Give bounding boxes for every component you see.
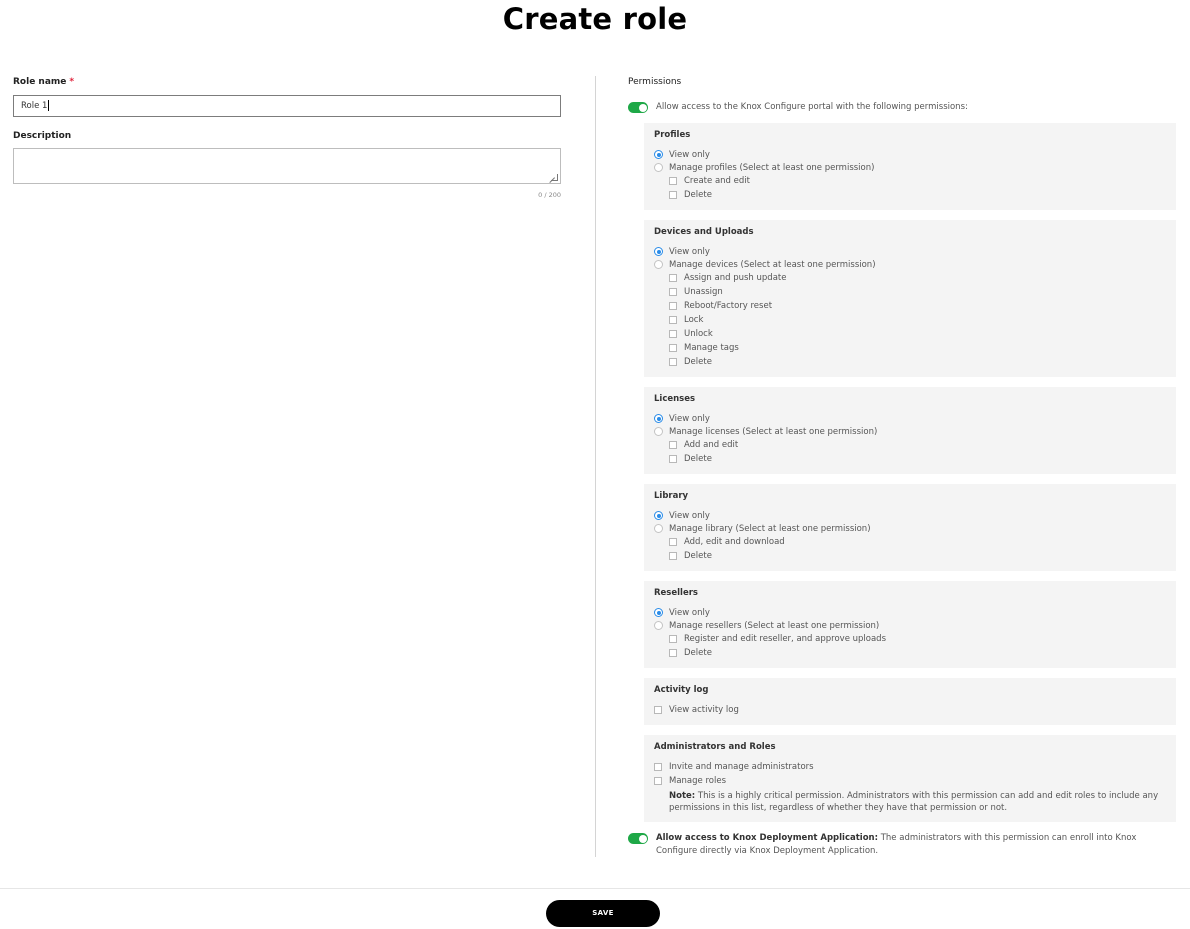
checkbox-option[interactable]: Delete bbox=[654, 549, 1166, 563]
radio-button[interactable] bbox=[654, 427, 663, 436]
save-button[interactable]: SAVE bbox=[546, 900, 660, 927]
description-char-count: 0 / 200 bbox=[538, 191, 561, 199]
view-only-option[interactable]: View only bbox=[654, 245, 1166, 258]
checkbox[interactable] bbox=[654, 763, 662, 771]
manage-option[interactable]: Manage library (Select at least one perm… bbox=[654, 522, 1166, 535]
critical-permission-note: Note: This is a highly critical permissi… bbox=[669, 791, 1159, 813]
checkbox-option[interactable]: Manage roles bbox=[654, 774, 1166, 788]
role-name-input[interactable]: Role 1 bbox=[13, 95, 561, 117]
checkbox[interactable] bbox=[669, 288, 677, 296]
view-only-option[interactable]: View only bbox=[654, 509, 1166, 522]
portal-access-row: Allow access to the Knox Configure porta… bbox=[628, 101, 1176, 114]
kda-access-label: Allow access to Knox Deployment Applicat… bbox=[656, 833, 1137, 856]
permissions-panel: Permissions Allow access to the Knox Con… bbox=[628, 75, 1176, 858]
manage-option[interactable]: Manage resellers (Select at least one pe… bbox=[654, 619, 1166, 632]
radio-button[interactable] bbox=[654, 621, 663, 630]
checkbox[interactable] bbox=[669, 538, 677, 546]
checkbox-option[interactable]: Unassign bbox=[654, 285, 1166, 299]
checkbox-option[interactable]: Add and edit bbox=[654, 438, 1166, 452]
checkbox[interactable] bbox=[669, 316, 677, 324]
section-title: Resellers bbox=[654, 588, 698, 598]
required-marker: * bbox=[69, 77, 75, 87]
section-title: Library bbox=[654, 491, 689, 501]
checkbox-option[interactable]: Lock bbox=[654, 313, 1166, 327]
checkbox[interactable] bbox=[669, 441, 677, 449]
manage-option[interactable]: Manage profiles (Select at least one per… bbox=[654, 161, 1166, 174]
checkbox[interactable] bbox=[654, 777, 662, 785]
checkbox-option[interactable]: Delete bbox=[654, 355, 1166, 369]
view-only-option[interactable]: View only bbox=[654, 148, 1166, 161]
checkbox[interactable] bbox=[669, 274, 677, 282]
activity-log-section: Activity log View activity log bbox=[644, 678, 1176, 725]
radio-button[interactable] bbox=[654, 163, 663, 172]
view-only-option[interactable]: View only bbox=[654, 606, 1166, 619]
footer-divider bbox=[0, 888, 1190, 889]
checkbox-option[interactable]: Delete bbox=[654, 646, 1166, 660]
checkbox[interactable] bbox=[669, 635, 677, 643]
permission-section-licenses: Licenses View only Manage licenses (Select… bbox=[644, 387, 1176, 474]
checkbox[interactable] bbox=[669, 358, 677, 366]
radio-button[interactable] bbox=[654, 511, 663, 520]
permission-section-profiles: Profiles View only Manage profiles (Select… bbox=[644, 123, 1176, 210]
resize-handle-icon[interactable] bbox=[551, 174, 558, 181]
kda-access-row: Allow access to Knox Deployment Applicat… bbox=[628, 832, 1176, 858]
checkbox-option[interactable]: Add, edit and download bbox=[654, 535, 1166, 549]
kda-access-toggle[interactable] bbox=[628, 833, 648, 844]
section-title: Devices and Uploads bbox=[654, 227, 754, 237]
checkbox[interactable] bbox=[669, 552, 677, 560]
permission-section-devices-and-uploads: Devices and Uploads View only Manage devic… bbox=[644, 220, 1176, 377]
checkbox[interactable] bbox=[669, 455, 677, 463]
role-details-form: Role name * Role 1 Description 0 / 200 bbox=[13, 75, 561, 199]
radio-button[interactable] bbox=[654, 524, 663, 533]
checkbox[interactable] bbox=[654, 706, 662, 714]
permissions-title: Permissions bbox=[628, 77, 682, 87]
radio-button[interactable] bbox=[654, 608, 663, 617]
section-title: Activity log bbox=[654, 685, 709, 695]
section-title: Licenses bbox=[654, 394, 696, 404]
section-title: Profiles bbox=[654, 130, 691, 140]
checkbox-option[interactable]: Manage tags bbox=[654, 341, 1166, 355]
checkbox-option[interactable]: Create and edit bbox=[654, 174, 1166, 188]
checkbox[interactable] bbox=[669, 649, 677, 657]
radio-button[interactable] bbox=[654, 150, 663, 159]
checkbox-option[interactable]: Delete bbox=[654, 452, 1166, 466]
admins-roles-section: Administrators and Roles Invite and mana… bbox=[644, 735, 1176, 822]
permission-section-resellers: Resellers View only Manage resellers (Sele… bbox=[644, 581, 1176, 668]
view-only-option[interactable]: View only bbox=[654, 412, 1166, 425]
description-label: Description bbox=[13, 131, 72, 141]
radio-button[interactable] bbox=[654, 247, 663, 256]
text-caret bbox=[48, 100, 50, 111]
section-title: Administrators and Roles bbox=[654, 742, 776, 752]
page-title: Create role bbox=[502, 2, 688, 36]
checkbox-option[interactable]: Register and edit reseller, and approve … bbox=[654, 632, 1166, 646]
manage-option[interactable]: Manage devices (Select at least one perm… bbox=[654, 258, 1166, 271]
manage-option[interactable]: Manage licenses (Select at least one per… bbox=[654, 425, 1166, 438]
checkbox-option[interactable]: View activity log bbox=[654, 703, 1166, 717]
portal-access-label: Allow access to the Knox Configure porta… bbox=[656, 102, 968, 112]
checkbox-option[interactable]: Invite and manage administrators bbox=[654, 760, 1166, 774]
checkbox[interactable] bbox=[669, 191, 677, 199]
column-divider bbox=[595, 76, 596, 857]
checkbox[interactable] bbox=[669, 177, 677, 185]
checkbox[interactable] bbox=[669, 344, 677, 352]
checkbox-option[interactable]: Assign and push update bbox=[654, 271, 1166, 285]
radio-button[interactable] bbox=[654, 260, 663, 269]
permission-section-library: Library View only Manage library (Select a… bbox=[644, 484, 1176, 571]
radio-button[interactable] bbox=[654, 414, 663, 423]
checkbox[interactable] bbox=[669, 330, 677, 338]
description-textarea[interactable] bbox=[13, 148, 561, 184]
role-name-label: Role name * bbox=[13, 77, 75, 87]
portal-access-toggle[interactable] bbox=[628, 102, 648, 113]
checkbox-option[interactable]: Reboot/Factory reset bbox=[654, 299, 1166, 313]
checkbox-option[interactable]: Delete bbox=[654, 188, 1166, 202]
checkbox-option[interactable]: Unlock bbox=[654, 327, 1166, 341]
checkbox[interactable] bbox=[669, 302, 677, 310]
